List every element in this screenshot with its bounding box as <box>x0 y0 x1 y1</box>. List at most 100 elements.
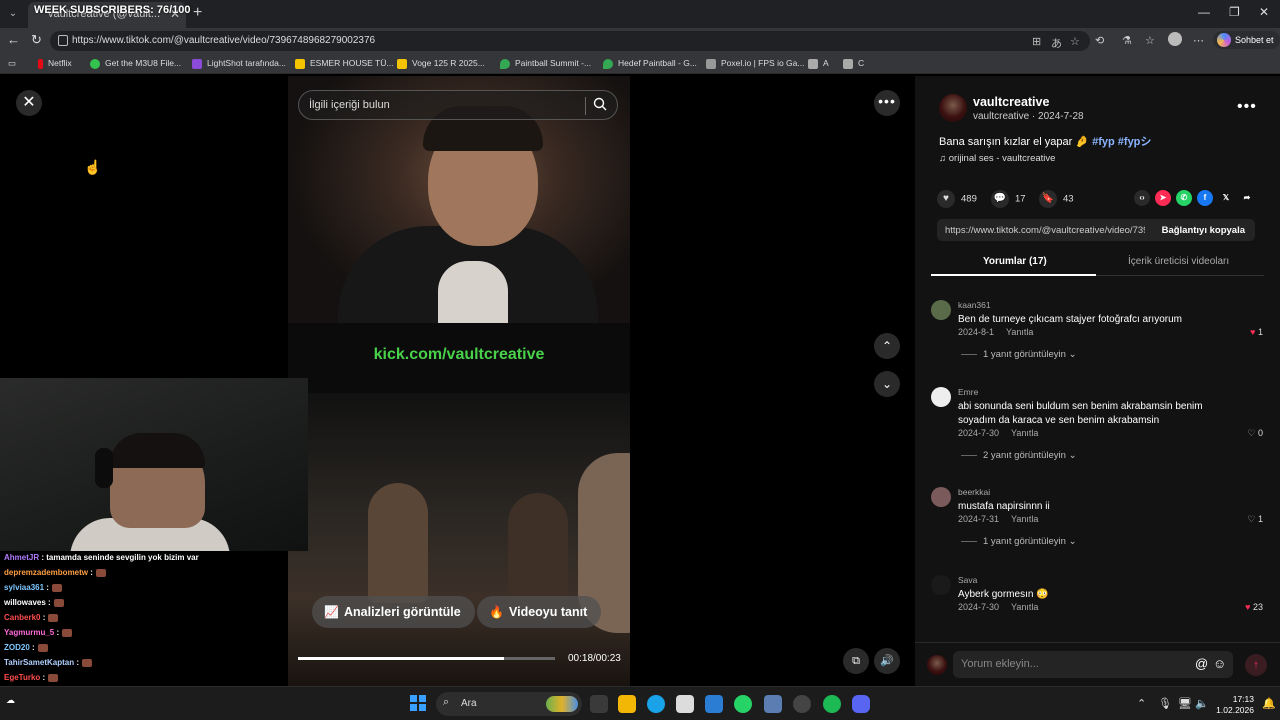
bookmark-lightshot[interactable]: LightShot tarafında... <box>192 58 286 69</box>
system-clock[interactable]: 17:13 1.02.2026 <box>1212 694 1254 716</box>
steam-icon[interactable] <box>764 695 782 713</box>
commenter-name[interactable]: Sava <box>958 575 977 585</box>
commenter-name[interactable]: kaan361 <box>958 300 991 310</box>
comment-like[interactable]: ♥ 23 <box>1245 602 1263 612</box>
send-arrow-icon[interactable]: ↑ <box>1245 654 1267 676</box>
weather-widget-icon[interactable]: ☁ <box>6 695 15 706</box>
music-row[interactable]: ♫ orijinal ses - vaultcreative <box>939 153 1055 164</box>
edge-browser-icon[interactable] <box>647 695 665 713</box>
copy-link-button[interactable]: Bağlantıyı kopyala <box>1162 225 1245 236</box>
app-available-icon[interactable]: ⊞ <box>1032 35 1041 48</box>
promote-video-button[interactable]: 🔥 Videoyu tanıt <box>477 596 602 628</box>
volume-tray-icon[interactable]: 🔈 <box>1195 697 1209 710</box>
comment-like[interactable]: ♡ 1 <box>1247 514 1263 525</box>
share-arrow-icon[interactable]: ➦ <box>1239 190 1255 206</box>
video-player[interactable]: kick.com/vaultcreative 📈 Analizleri görü… <box>288 76 630 686</box>
tab-creator-videos[interactable]: İçerik üreticisi videoları <box>1128 256 1229 267</box>
chat-username[interactable]: TahirSametKaptan <box>4 658 74 667</box>
reload-icon[interactable]: ↻ <box>31 32 42 48</box>
bookmark-c[interactable]: C <box>843 58 864 69</box>
settings-more-icon[interactable]: ⋯ <box>1193 34 1204 47</box>
emoji-icon[interactable]: ☺ <box>1213 656 1226 671</box>
floating-player-icon[interactable]: ⧉ <box>843 648 869 674</box>
reply-button[interactable]: Yanıtla <box>1006 327 1033 337</box>
store-icon[interactable] <box>676 695 694 713</box>
comment-like[interactable]: ♥ 1 <box>1250 327 1263 337</box>
whatsapp-icon[interactable]: ✆ <box>1176 190 1192 206</box>
notification-bell-icon[interactable]: 🔔 <box>1262 697 1276 710</box>
previous-video-chevron-up-icon[interactable]: ⌃ <box>874 333 900 359</box>
browser-essentials-icon[interactable]: ⚗ <box>1122 34 1132 47</box>
more-options-icon[interactable]: ••• <box>874 90 900 116</box>
description-hashtags[interactable]: #fyp #fypシ <box>1092 136 1151 148</box>
chat-username[interactable]: EgeTurko <box>4 673 40 682</box>
x-twitter-icon[interactable]: 𝕏 <box>1218 190 1234 206</box>
reading-list-icon[interactable]: ▭ <box>8 58 16 69</box>
commenter-avatar[interactable] <box>931 387 951 407</box>
task-view-icon[interactable] <box>590 695 608 713</box>
bookmark-m3u8[interactable]: Get the M3U8 File... <box>90 58 181 69</box>
video-progress-bar[interactable] <box>298 657 555 660</box>
search-icon[interactable] <box>593 97 607 111</box>
whatsapp-taskbar-icon[interactable] <box>734 695 752 713</box>
commenter-avatar[interactable] <box>931 300 951 320</box>
chat-username[interactable]: Canberk0 <box>4 613 40 622</box>
save-stat[interactable]: 🔖 43 <box>1039 190 1074 208</box>
network-icon[interactable]: 🖥 <box>1178 697 1192 710</box>
like-stat[interactable]: ♥ 489 <box>937 190 977 208</box>
app-notification-icon[interactable] <box>793 695 811 713</box>
copilot-chat-button[interactable]: Sohbet et <box>1213 31 1280 49</box>
reply-button[interactable]: Yanıtla <box>1011 602 1038 612</box>
reply-button[interactable]: Yanıtla <box>1011 428 1038 438</box>
commenter-avatar[interactable] <box>931 575 951 595</box>
chat-username[interactable]: Yagmurmu_5 <box>4 628 54 637</box>
site-info-icon[interactable] <box>58 35 68 46</box>
bookmark-paintball-summit[interactable]: Paintball Summit -... <box>500 58 591 69</box>
maximize-icon[interactable]: ❐ <box>1229 5 1240 19</box>
post-more-icon[interactable]: ••• <box>1237 98 1257 116</box>
comment-input[interactable]: Yorum ekleyin... @ ☺ <box>953 651 1233 678</box>
view-replies-button[interactable]: 2 yanıt görüntüleyin ⌄ <box>961 450 1077 461</box>
commenter-name[interactable]: Emre <box>958 387 978 397</box>
profile-avatar[interactable] <box>1168 32 1182 46</box>
commenter-name[interactable]: beerkkai <box>958 487 990 497</box>
chat-username[interactable]: AhmetJR <box>4 553 39 562</box>
related-search-bar[interactable]: İlgili içeriği bulun <box>298 90 618 120</box>
send-to-friend-icon[interactable]: ➤ <box>1155 190 1171 206</box>
spotify-icon[interactable] <box>823 695 841 713</box>
start-menu-icon[interactable] <box>410 695 426 711</box>
microphone-icon[interactable]: 🎙 <box>1158 697 1172 710</box>
mention-at-icon[interactable]: @ <box>1195 656 1208 671</box>
next-video-chevron-down-icon[interactable]: ⌄ <box>874 371 900 397</box>
tab-comments[interactable]: Yorumlar (17) <box>983 256 1047 267</box>
file-explorer-icon[interactable] <box>618 695 636 713</box>
bookmark-hedef-paintball[interactable]: Hedef Paintball - G... <box>603 58 697 69</box>
chat-username[interactable]: ZOD20 <box>4 643 30 652</box>
bookmark-netflix[interactable]: Netflix <box>38 58 72 69</box>
chat-username[interactable]: depremzadembometw <box>4 568 88 577</box>
author-name[interactable]: vaultcreative <box>973 95 1049 109</box>
comment-stat[interactable]: 💬 17 <box>991 190 1026 208</box>
tray-chevron-up-icon[interactable]: ⌃ <box>1137 697 1146 710</box>
mail-icon[interactable] <box>705 695 723 713</box>
author-avatar[interactable] <box>939 94 967 122</box>
minimize-icon[interactable]: — <box>1198 5 1210 19</box>
bookmark-esmer-house[interactable]: ESMER HOUSE TÜ... <box>295 58 393 69</box>
bookmark-a[interactable]: A <box>808 58 829 69</box>
discord-icon[interactable] <box>852 695 870 713</box>
volume-icon[interactable]: 🔊 <box>874 648 900 674</box>
analytics-button[interactable]: 📈 Analizleri görüntüle <box>312 596 475 628</box>
reply-button[interactable]: Yanıtla <box>1011 514 1038 524</box>
view-replies-button[interactable]: 1 yanıt görüntüleyin ⌄ <box>961 349 1077 360</box>
favorites-icon[interactable]: ☆ <box>1145 34 1155 47</box>
tab-list-chevron-icon[interactable]: ⌄ <box>5 6 21 22</box>
facebook-icon[interactable]: f <box>1197 190 1213 206</box>
taskbar-search[interactable]: ⌕ Ara <box>436 692 582 716</box>
commenter-avatar[interactable] <box>931 487 951 507</box>
translate-icon[interactable]: あ <box>1051 35 1062 51</box>
new-tab-icon[interactable]: + <box>193 4 202 22</box>
favorite-star-icon[interactable]: ☆ <box>1070 35 1080 48</box>
back-arrow-icon[interactable]: ← <box>7 32 20 47</box>
close-video-icon[interactable]: ✕ <box>16 90 42 116</box>
video-link-url[interactable]: https://www.tiktok.com/@vaultcreative/vi… <box>945 225 1145 236</box>
